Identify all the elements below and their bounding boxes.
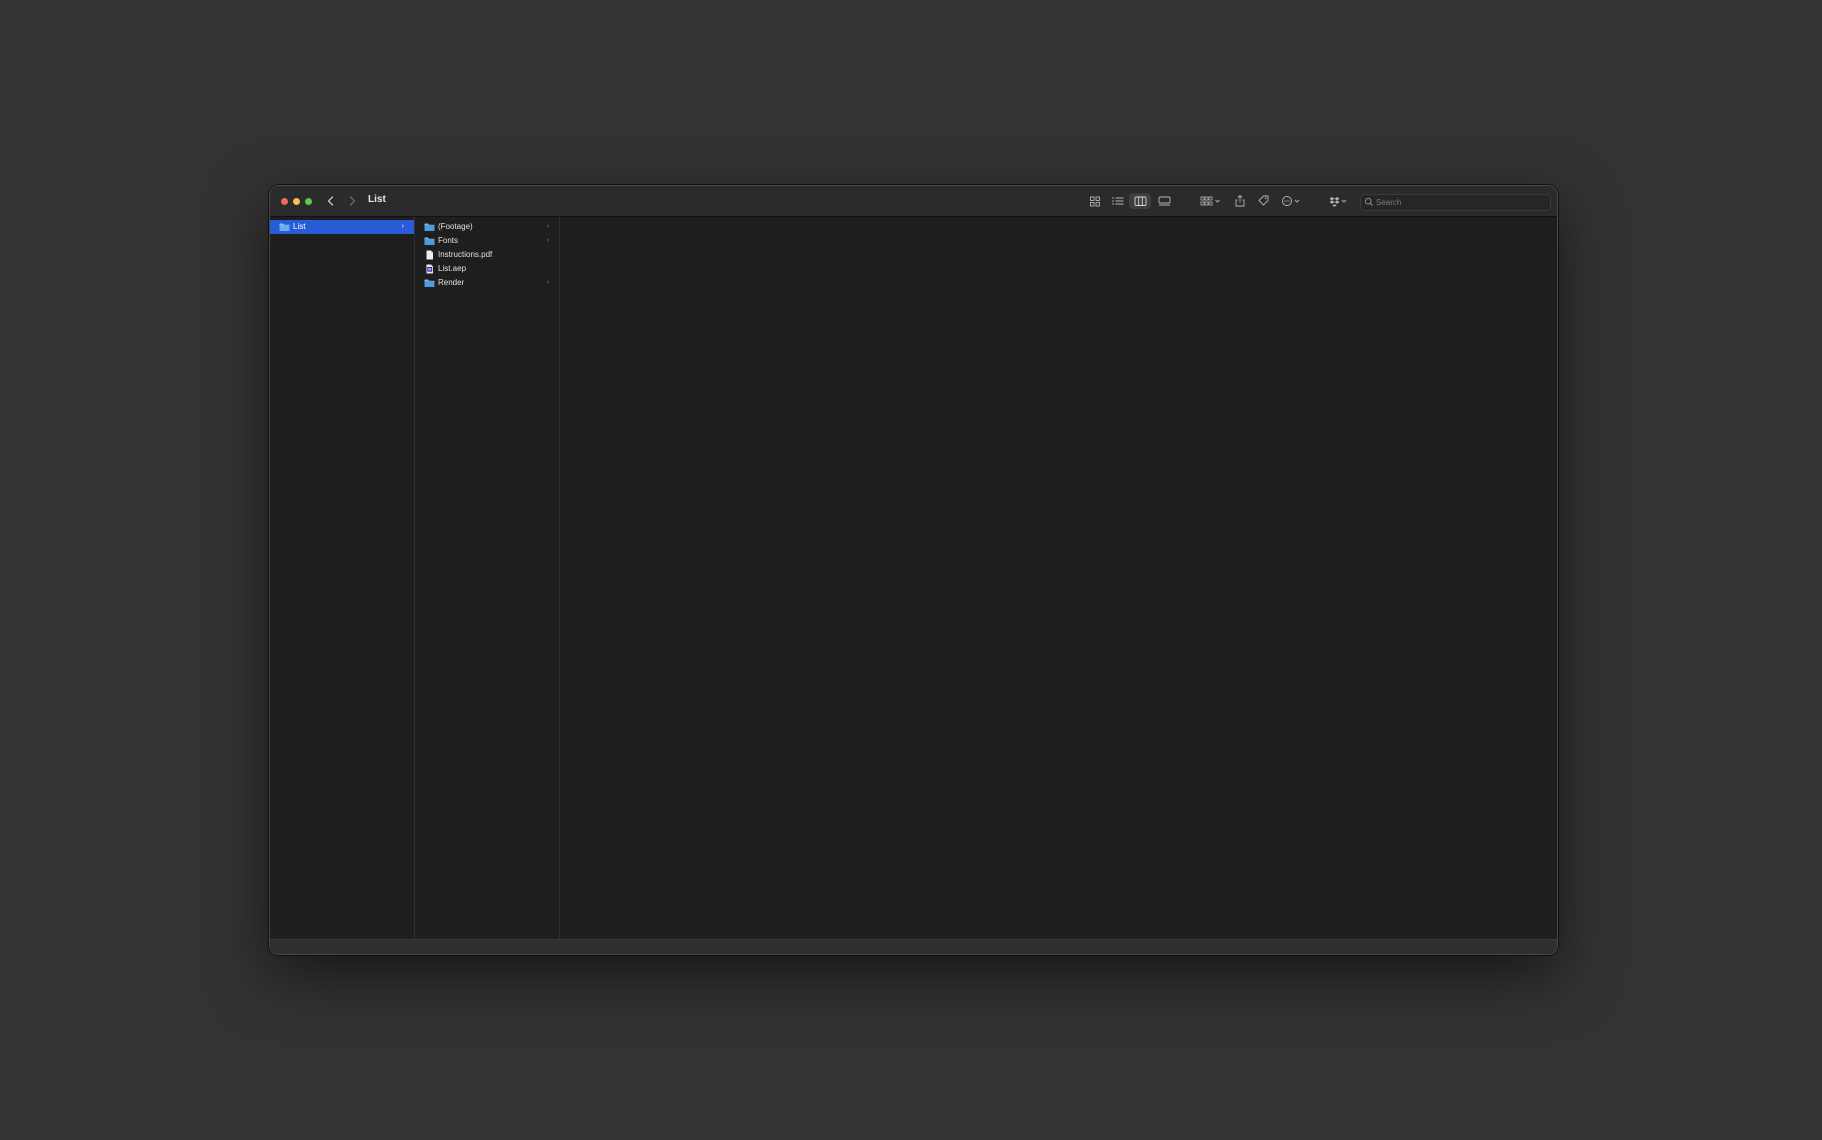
folder-icon (424, 223, 435, 231)
list-item-render-folder[interactable]: Render › (415, 276, 559, 290)
browser-column-1: List › (270, 217, 415, 939)
back-button[interactable] (324, 194, 338, 208)
dropbox-button[interactable] (1328, 194, 1350, 208)
list-item-list-folder[interactable]: List › (270, 220, 414, 234)
chevron-left-icon (327, 196, 334, 206)
column-view-button[interactable] (1134, 194, 1147, 208)
folder-icon (279, 223, 290, 231)
close-window-button[interactable] (281, 198, 288, 205)
list-item-label: (Footage) (438, 222, 473, 231)
chevron-right-icon: › (546, 237, 549, 244)
search-field[interactable] (1360, 194, 1551, 211)
finder-window: List Search List › (Footage) › Fonts › I… (269, 185, 1558, 955)
icon-view-button[interactable] (1089, 194, 1101, 208)
forward-button[interactable] (345, 194, 359, 208)
list-item-label: Render (438, 278, 465, 287)
list-item-footage-folder[interactable]: (Footage) › (415, 220, 559, 234)
pdf-file-icon (426, 250, 433, 260)
grid-view-icon (1090, 196, 1100, 207)
browser-column-2: (Footage) › Fonts › Instructions.pdf Lis… (415, 217, 560, 939)
minimize-window-button[interactable] (293, 198, 300, 205)
group-menu-button[interactable] (1200, 194, 1222, 208)
list-view-icon (1112, 197, 1124, 205)
list-item-list-aep[interactable]: List.aep (415, 262, 559, 276)
chevron-right-icon: › (401, 223, 404, 230)
column-view-icon (1134, 196, 1147, 206)
gallery-view-button[interactable] (1158, 194, 1171, 208)
tag-button[interactable] (1257, 194, 1270, 208)
window-title: List (368, 194, 386, 205)
list-item-fonts-folder[interactable]: Fonts › (415, 234, 559, 248)
tag-icon (1258, 195, 1269, 206)
list-item-label: Instructions.pdf (438, 250, 493, 259)
after-effects-file-icon (426, 264, 433, 274)
gallery-view-icon (1158, 196, 1171, 206)
chevron-right-icon: › (546, 279, 549, 286)
browser-column-3-empty (560, 217, 1557, 939)
search-input[interactable] (1376, 195, 1546, 210)
more-actions-button[interactable] (1281, 194, 1303, 208)
search-icon (1364, 197, 1373, 206)
chevron-right-icon (349, 196, 356, 206)
column-browser: List › (Footage) › Fonts › Instructions.… (270, 217, 1557, 939)
chevron-right-icon: › (546, 223, 549, 230)
dropbox-icon (1329, 197, 1347, 207)
share-icon (1235, 194, 1245, 207)
list-item-label: Fonts (438, 236, 459, 245)
folder-icon (424, 279, 435, 287)
list-item-label: List (293, 222, 306, 231)
status-bar (270, 939, 1557, 954)
list-view-button[interactable] (1111, 194, 1125, 208)
list-item-label: List.aep (438, 264, 467, 273)
group-icon (1200, 196, 1220, 206)
title-bar: List (270, 186, 1557, 217)
share-button[interactable] (1234, 194, 1246, 208)
more-actions-icon (1282, 196, 1300, 206)
maximize-window-button[interactable] (305, 198, 312, 205)
folder-icon (424, 237, 435, 245)
list-item-instructions-pdf[interactable]: Instructions.pdf (415, 248, 559, 262)
